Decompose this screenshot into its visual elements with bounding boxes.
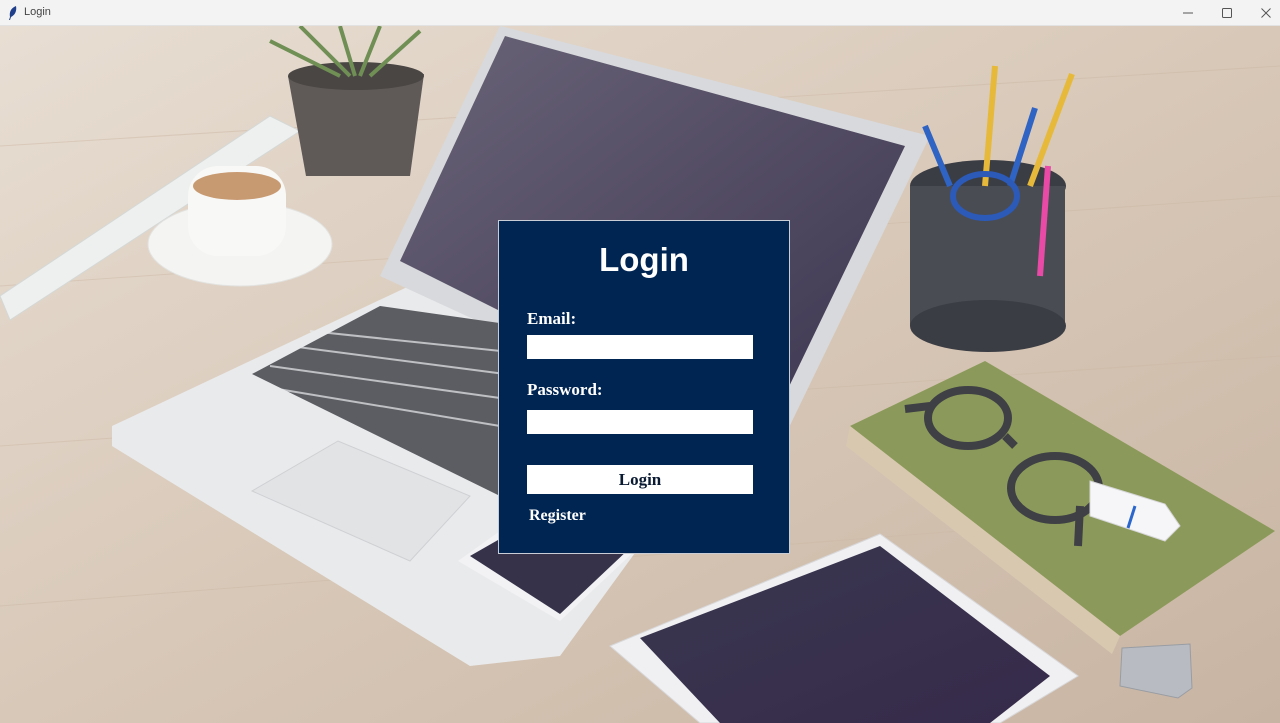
window-title-bar: Login bbox=[0, 0, 1280, 26]
window-title: Login bbox=[24, 6, 51, 18]
register-link[interactable]: Register bbox=[529, 507, 586, 525]
login-button[interactable]: Login bbox=[527, 465, 753, 494]
close-button[interactable] bbox=[1246, 0, 1280, 26]
maximize-icon bbox=[1222, 8, 1232, 18]
maximize-button[interactable] bbox=[1207, 0, 1247, 26]
login-title: Login bbox=[599, 241, 689, 278]
minimize-icon bbox=[1183, 12, 1193, 14]
minimize-button[interactable] bbox=[1168, 0, 1208, 26]
email-field[interactable] bbox=[527, 335, 753, 359]
login-panel: Login Email: Password: Login Register bbox=[498, 220, 790, 554]
email-label: Email: bbox=[527, 309, 577, 328]
feather-icon bbox=[8, 6, 18, 20]
close-icon bbox=[1261, 8, 1271, 18]
password-label: Password: bbox=[527, 380, 603, 399]
password-field[interactable] bbox=[527, 410, 753, 434]
